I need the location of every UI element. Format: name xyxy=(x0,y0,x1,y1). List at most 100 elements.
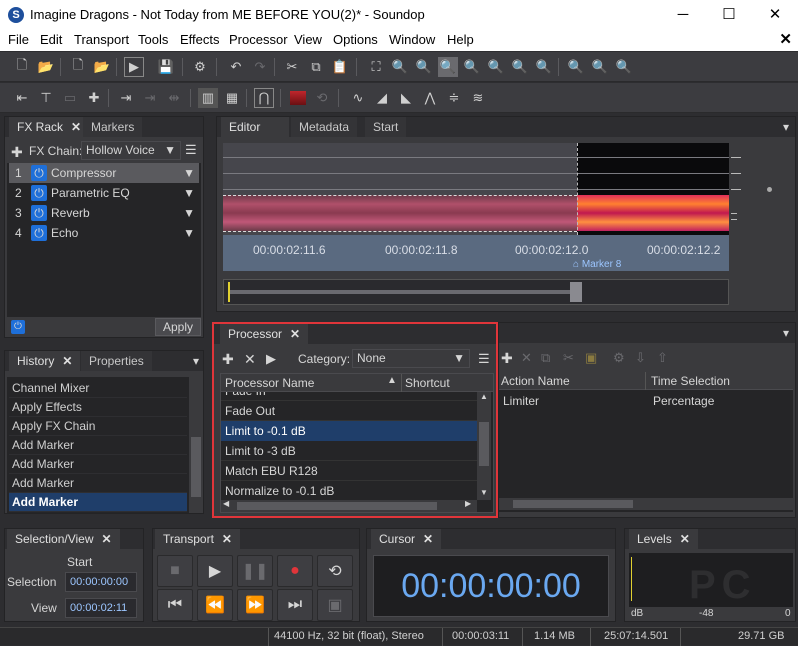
chevron-down-icon[interactable]: ▼ xyxy=(183,223,195,243)
record-button[interactable]: ● xyxy=(277,555,313,587)
cut-icon[interactable]: ✂ xyxy=(282,57,302,77)
minimize-button[interactable]: ─ xyxy=(660,0,706,30)
record-mode-button[interactable]: ▣ xyxy=(317,589,353,621)
new-project-icon[interactable]: 🗋 xyxy=(68,57,88,77)
menu-file[interactable]: File xyxy=(8,32,29,47)
play-file-icon[interactable]: ▶ xyxy=(124,57,144,77)
table-row[interactable]: Limit to -0.1 dB xyxy=(221,421,477,441)
menu-tools[interactable]: Tools xyxy=(138,32,168,47)
list-item[interactable]: Apply Effects xyxy=(9,398,187,417)
amplify-icon[interactable]: ≋ xyxy=(468,88,488,108)
table-row[interactable]: Limit to -3 dB xyxy=(221,441,477,461)
zoom-view-icon[interactable]: 🔍 xyxy=(534,57,554,77)
open-project-icon[interactable]: 📂 xyxy=(92,57,112,77)
zoom-out-icon[interactable]: 🔍 xyxy=(414,57,434,77)
zoom-right-icon[interactable]: 🔍 xyxy=(510,57,530,77)
add-effect-icon[interactable]: ✚ xyxy=(11,144,23,161)
open-folder-icon[interactable]: 📂 xyxy=(36,57,56,77)
loop-button[interactable]: ⟲ xyxy=(317,555,353,587)
close-tab-icon[interactable]: ✕ xyxy=(290,327,300,341)
add-icon[interactable]: ✚ xyxy=(222,351,234,368)
power-icon[interactable]: ⏻ xyxy=(31,225,47,241)
list-item[interactable]: Channel Mixer xyxy=(9,379,187,398)
tab-markers[interactable]: Markers xyxy=(83,117,143,137)
chevron-down-icon[interactable]: ▾ xyxy=(783,117,789,137)
envelope-icon[interactable]: ∿ xyxy=(348,88,368,108)
chevron-down-icon[interactable]: ▼ xyxy=(183,183,195,203)
play-button[interactable]: ▶ xyxy=(197,555,233,587)
list-item[interactable]: Add Marker xyxy=(9,455,187,474)
add-action-icon[interactable]: ✚ xyxy=(501,350,513,367)
history-scrollbar[interactable] xyxy=(189,377,203,513)
tab-fx-rack[interactable]: FX Rack ✕ xyxy=(9,117,90,137)
normalize-icon[interactable]: ≑ xyxy=(444,88,464,108)
power-icon[interactable]: ⏻ xyxy=(31,205,47,221)
new-file-icon[interactable]: 🗋 xyxy=(12,57,32,77)
power-icon[interactable]: ⏻ xyxy=(31,165,47,181)
spectral-view-icon[interactable]: ▦ xyxy=(222,88,242,108)
close-window-button[interactable]: ✕ xyxy=(752,0,798,30)
effect-row[interactable]: 2 ⏻ Parametric EQ ▼ xyxy=(9,183,199,203)
tab-processor[interactable]: Processor ✕ xyxy=(220,324,309,344)
action-hscrollbar[interactable] xyxy=(499,498,793,510)
zoom-fit-icon[interactable]: ⛶ xyxy=(366,57,386,77)
list-item[interactable]: Apply FX Chain xyxy=(9,417,187,436)
split-icon[interactable]: ✚ xyxy=(84,88,104,108)
pause-button[interactable]: ❚❚ xyxy=(237,555,273,587)
vertical-zoom-out-icon[interactable]: 🔍 xyxy=(614,57,634,77)
list-item[interactable]: Add Marker xyxy=(9,436,187,455)
table-row[interactable]: Fade Out xyxy=(221,401,477,421)
move-up-icon[interactable]: ⇧ xyxy=(657,350,668,366)
copy-icon[interactable]: ⧉ xyxy=(306,57,326,77)
tab-metadata[interactable]: Metadata xyxy=(291,117,358,137)
settings-gear-icon[interactable]: ⚙ xyxy=(190,57,210,77)
tab-properties[interactable]: Properties xyxy=(81,351,152,371)
fx-chain-select[interactable]: Hollow Voice ▼ xyxy=(81,141,181,160)
chevron-down-icon[interactable]: ▼ xyxy=(183,163,195,183)
tab-levels[interactable]: Levels ✕ xyxy=(629,529,698,549)
zoom-selection-icon[interactable]: 🔍 xyxy=(438,57,458,77)
bypass-power-icon[interactable]: ⏻ xyxy=(11,320,25,334)
marker-flag[interactable]: ⌂ Marker 8 xyxy=(573,259,621,270)
table-row[interactable]: Fade In xyxy=(221,392,477,401)
zoom-in-icon[interactable]: 🔍 xyxy=(390,57,410,77)
effect-row[interactable]: 4 ⏻ Echo ▼ xyxy=(9,223,199,243)
column-header-name[interactable]: Processor Name xyxy=(225,376,314,390)
tab-selection-view[interactable]: Selection/View ✕ xyxy=(7,529,120,549)
close-tab-icon[interactable]: ✕ xyxy=(71,120,81,134)
mix-paste-icon[interactable]: ⇤ xyxy=(12,88,32,108)
menu-processor[interactable]: Processor xyxy=(229,32,288,47)
tab-history[interactable]: History ✕ xyxy=(9,351,81,371)
table-row[interactable]: Match EBU R128 xyxy=(221,461,477,481)
close-tab-icon[interactable]: ✕ xyxy=(102,532,112,546)
chevron-down-icon[interactable]: ▼ xyxy=(183,203,195,223)
effect-row[interactable]: 1 ⏻ Compressor ▼ xyxy=(9,163,199,183)
list-item[interactable]: Add Marker xyxy=(9,493,187,512)
settings-action-icon[interactable]: ⚙ xyxy=(613,350,625,366)
vertical-zoom-in-icon[interactable]: 🔍 xyxy=(590,57,610,77)
selection-start-field[interactable]: 00:00:00:00 xyxy=(65,572,137,592)
tab-editor[interactable]: Editor xyxy=(221,117,289,137)
stop-button[interactable]: ■ xyxy=(157,555,193,587)
zoom-full-icon[interactable]: 🔍 xyxy=(462,57,482,77)
loop-icon[interactable]: ⟲ xyxy=(312,88,332,108)
chevron-down-icon[interactable]: ▾ xyxy=(783,323,789,343)
skip-icon[interactable]: ⇥ xyxy=(140,88,160,108)
maximize-button[interactable]: ☐ xyxy=(706,0,752,30)
range-icon[interactable]: ⇹ xyxy=(164,88,184,108)
time-ruler[interactable]: 00:00:02:11.6 00:00:02:11.8 00:00:02:12.… xyxy=(223,235,729,271)
menu-edit[interactable]: Edit xyxy=(40,32,62,47)
menu-view[interactable]: View xyxy=(294,32,322,47)
fast-forward-button[interactable]: ⏩ xyxy=(237,589,273,621)
move-down-icon[interactable]: ⇩ xyxy=(635,350,646,366)
menu-transport[interactable]: Transport xyxy=(74,32,129,47)
column-header-selection[interactable]: Time Selection xyxy=(651,374,730,388)
apply-button[interactable]: Apply xyxy=(155,318,201,336)
cursor-time-display[interactable]: 00:00:00:00 xyxy=(373,555,609,617)
crop-icon[interactable]: ▭ xyxy=(60,88,80,108)
go-to-start-button[interactable]: ⏮ xyxy=(157,589,193,621)
redo-icon[interactable]: ↷ xyxy=(250,57,270,77)
menu-help[interactable]: Help xyxy=(447,32,474,47)
processor-scrollbar[interactable]: ▲ ▼ xyxy=(477,392,491,500)
sort-ascending-icon[interactable]: ▲ xyxy=(387,375,397,386)
